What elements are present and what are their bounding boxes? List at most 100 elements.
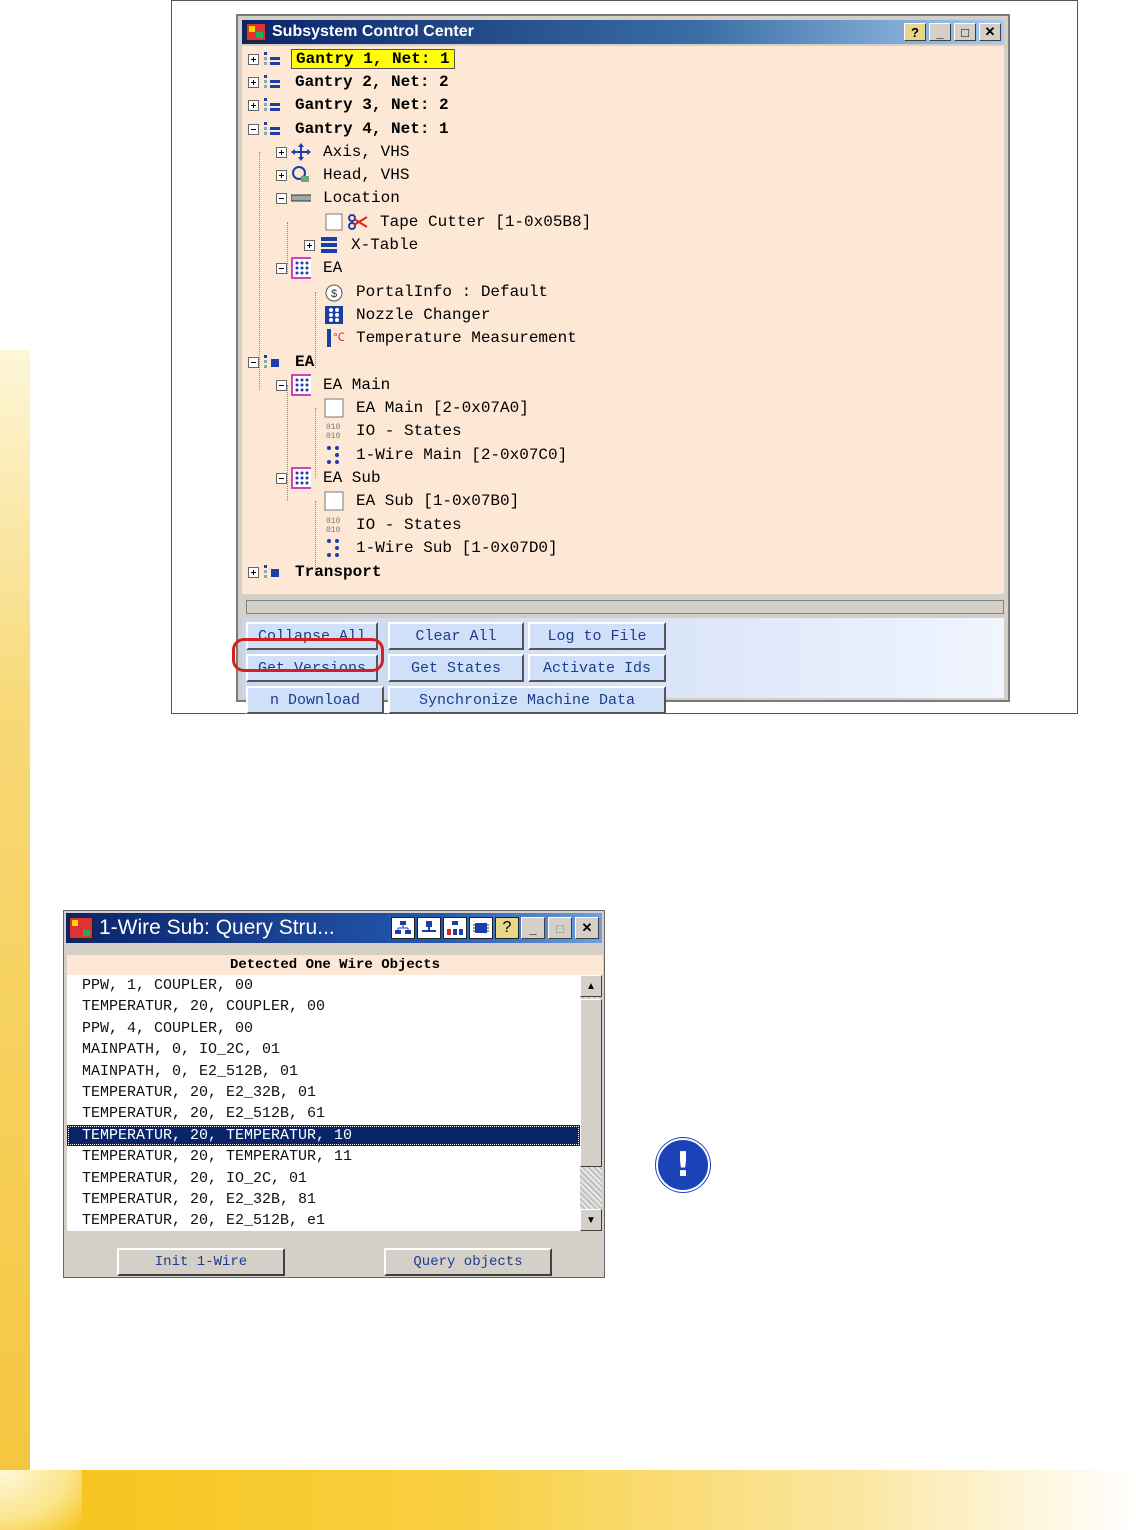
help-icon[interactable]: ?: [495, 917, 519, 939]
tree-node-gantry-2[interactable]: Gantry 2, Net: 2: [248, 71, 453, 93]
tree-node-ea-sub[interactable]: EA Sub: [276, 467, 385, 489]
list-item[interactable]: TEMPERATUR, 20, E2_32B, 01: [67, 1082, 580, 1103]
tree-node-x-table[interactable]: X-Table: [304, 234, 422, 256]
maximize-button[interactable]: □: [548, 917, 572, 939]
list-item[interactable]: TEMPERATUR, 20, E2_512B, e1: [67, 1210, 580, 1231]
collapse-icon[interactable]: [276, 379, 287, 391]
close-button[interactable]: ✕: [575, 917, 599, 939]
expand-icon[interactable]: [248, 99, 259, 111]
clear-all-button[interactable]: Clear All: [388, 622, 524, 650]
tree-node-head[interactable]: Head, VHS: [276, 164, 413, 186]
chip-icon[interactable]: [469, 917, 493, 939]
tree-node-location[interactable]: Location: [276, 187, 404, 209]
list-item[interactable]: TEMPERATUR, 20, TEMPERATUR, 11: [67, 1146, 580, 1167]
location-icon: [291, 189, 311, 207]
tree-node-one-wire-sub[interactable]: 1-Wire Sub [1-0x07D0]: [324, 537, 562, 559]
tree-node-tape-cutter[interactable]: Tape Cutter [1-0x05B8]: [324, 211, 595, 233]
ea-grid-icon: [291, 257, 311, 279]
one-wire-query-window: 1-Wire Sub: Query Stru... ? _ □ ✕ Detect…: [63, 910, 605, 1278]
scroll-thumb[interactable]: [580, 999, 602, 1167]
nozzle-changer-icon: [324, 306, 344, 324]
scroll-down-icon[interactable]: ▼: [580, 1209, 602, 1231]
minimize-button[interactable]: _: [521, 917, 545, 939]
tree-node-gantry-3[interactable]: Gantry 3, Net: 2: [248, 94, 453, 116]
expand-icon[interactable]: [248, 566, 259, 578]
hierarchy-icon[interactable]: [443, 917, 467, 939]
app-icon[interactable]: [69, 917, 93, 939]
list-item[interactable]: TEMPERATUR, 20, IO_2C, 01: [67, 1168, 580, 1189]
tree-node-ea-sub-module[interactable]: EA Sub [1-0x07B0]: [324, 490, 523, 512]
scissors-icon: [348, 213, 368, 231]
tree-node-temperature[interactable]: °C Temperature Measurement: [324, 327, 581, 349]
expand-icon[interactable]: [248, 53, 259, 65]
tree-node-gantry-1[interactable]: Gantry 1, Net: 1: [248, 48, 455, 70]
maximize-button[interactable]: □: [954, 23, 976, 41]
app-icon[interactable]: [246, 23, 266, 41]
network-icon[interactable]: [417, 917, 441, 939]
tree-node-nozzle-changer[interactable]: Nozzle Changer: [324, 304, 494, 326]
query-objects-button[interactable]: Query objects: [384, 1248, 552, 1276]
scroll-up-icon[interactable]: ▲: [580, 975, 602, 997]
horizontal-scrollbar[interactable]: [246, 600, 1004, 614]
tree-node-axis[interactable]: Axis, VHS: [276, 141, 413, 163]
collapse-icon[interactable]: [276, 472, 287, 484]
list-item[interactable]: TEMPERATUR, 20, E2_512B, 61: [67, 1103, 580, 1124]
tree-node-label: X-Table: [351, 236, 419, 254]
detected-objects-list[interactable]: PPW, 1, COUPLER, 00 TEMPERATUR, 20, COUPL…: [67, 975, 580, 1231]
head-icon: [291, 166, 311, 184]
tree-node-io-states-sub[interactable]: 010 010 IO - States: [324, 514, 466, 536]
tree-node-label: EA Main: [323, 376, 391, 394]
close-button[interactable]: ✕: [979, 23, 1001, 41]
collapse-icon[interactable]: [276, 192, 287, 204]
expand-icon[interactable]: [276, 146, 287, 158]
expand-icon[interactable]: [276, 169, 287, 181]
list-item[interactable]: TEMPERATUR, 20, COUPLER, 00: [67, 996, 580, 1017]
subsystem-tree[interactable]: Gantry 1, Net: 1 Gantry 2, Net: 2 Gantry…: [242, 46, 1004, 594]
collapse-icon[interactable]: [276, 262, 287, 274]
tree-node-ea-main[interactable]: EA Main: [276, 374, 394, 396]
tree-node-label: IO - States: [356, 516, 462, 534]
title-bar[interactable]: 1-Wire Sub: Query Stru... ? _ □ ✕: [66, 913, 602, 943]
tree-node-label: Nozzle Changer: [356, 306, 491, 324]
collapse-icon[interactable]: [248, 356, 259, 368]
get-states-button[interactable]: Get States: [388, 654, 524, 682]
tree-node-label: 1-Wire Sub [1-0x07D0]: [356, 539, 558, 557]
module-box-icon: [324, 491, 344, 511]
axis-icon: [291, 143, 311, 161]
list-item[interactable]: PPW, 4, COUPLER, 00: [67, 1018, 580, 1039]
tree-node-io-states-main[interactable]: 010 010 IO - States: [324, 420, 466, 442]
synchronize-machine-data-button[interactable]: Synchronize Machine Data: [388, 686, 666, 714]
portal-info-icon: $: [324, 283, 344, 302]
title-bar[interactable]: Subsystem Control Center ? _ □ ✕: [242, 20, 1004, 44]
checkbox-icon[interactable]: [324, 213, 344, 231]
subsystem-control-center-window: Subsystem Control Center ? _ □ ✕ Gantry …: [236, 14, 1010, 714]
minimize-button[interactable]: _: [929, 23, 951, 41]
x-table-icon: [319, 236, 339, 254]
svg-text:$: $: [331, 288, 337, 300]
list-item[interactable]: MAINPATH, 0, E2_512B, 01: [67, 1061, 580, 1082]
tree-node-portal-info[interactable]: $ PortalInfo : Default: [324, 281, 552, 303]
list-item[interactable]: MAINPATH, 0, IO_2C, 01: [67, 1039, 580, 1060]
activate-ids-button[interactable]: Activate Ids: [528, 654, 666, 682]
download-button[interactable]: n Download: [246, 686, 384, 714]
tree-node-transport[interactable]: Transport: [248, 561, 385, 583]
tree-node-one-wire-main[interactable]: 1-Wire Main [2-0x07C0]: [324, 444, 571, 466]
tree-node-ea-root[interactable]: EA: [248, 351, 318, 373]
vertical-scrollbar[interactable]: ▲ ▼: [580, 975, 602, 1231]
tree-node-ea-gantry[interactable]: EA: [276, 257, 346, 279]
log-to-file-button[interactable]: Log to File: [528, 622, 666, 650]
one-wire-icon: [324, 446, 344, 464]
collapse-icon[interactable]: [248, 123, 259, 135]
tree-node-ea-main-module[interactable]: EA Main [2-0x07A0]: [324, 397, 533, 419]
list-item[interactable]: PPW, 1, COUPLER, 00: [67, 975, 580, 996]
init-1-wire-button[interactable]: Init 1-Wire: [117, 1248, 285, 1276]
help-icon[interactable]: ?: [904, 23, 926, 41]
tree-node-gantry-4[interactable]: Gantry 4, Net: 1: [248, 118, 453, 140]
list-item-selected[interactable]: TEMPERATUR, 20, TEMPERATUR, 10: [67, 1124, 580, 1147]
list-item[interactable]: TEMPERATUR, 20, E2_32B, 81: [67, 1189, 580, 1210]
expand-icon[interactable]: [304, 239, 315, 251]
tree-view-icon[interactable]: [391, 917, 415, 939]
expand-icon[interactable]: [248, 76, 259, 88]
window-title: Subsystem Control Center: [272, 23, 474, 40]
tree-node-label: EA: [323, 259, 343, 277]
